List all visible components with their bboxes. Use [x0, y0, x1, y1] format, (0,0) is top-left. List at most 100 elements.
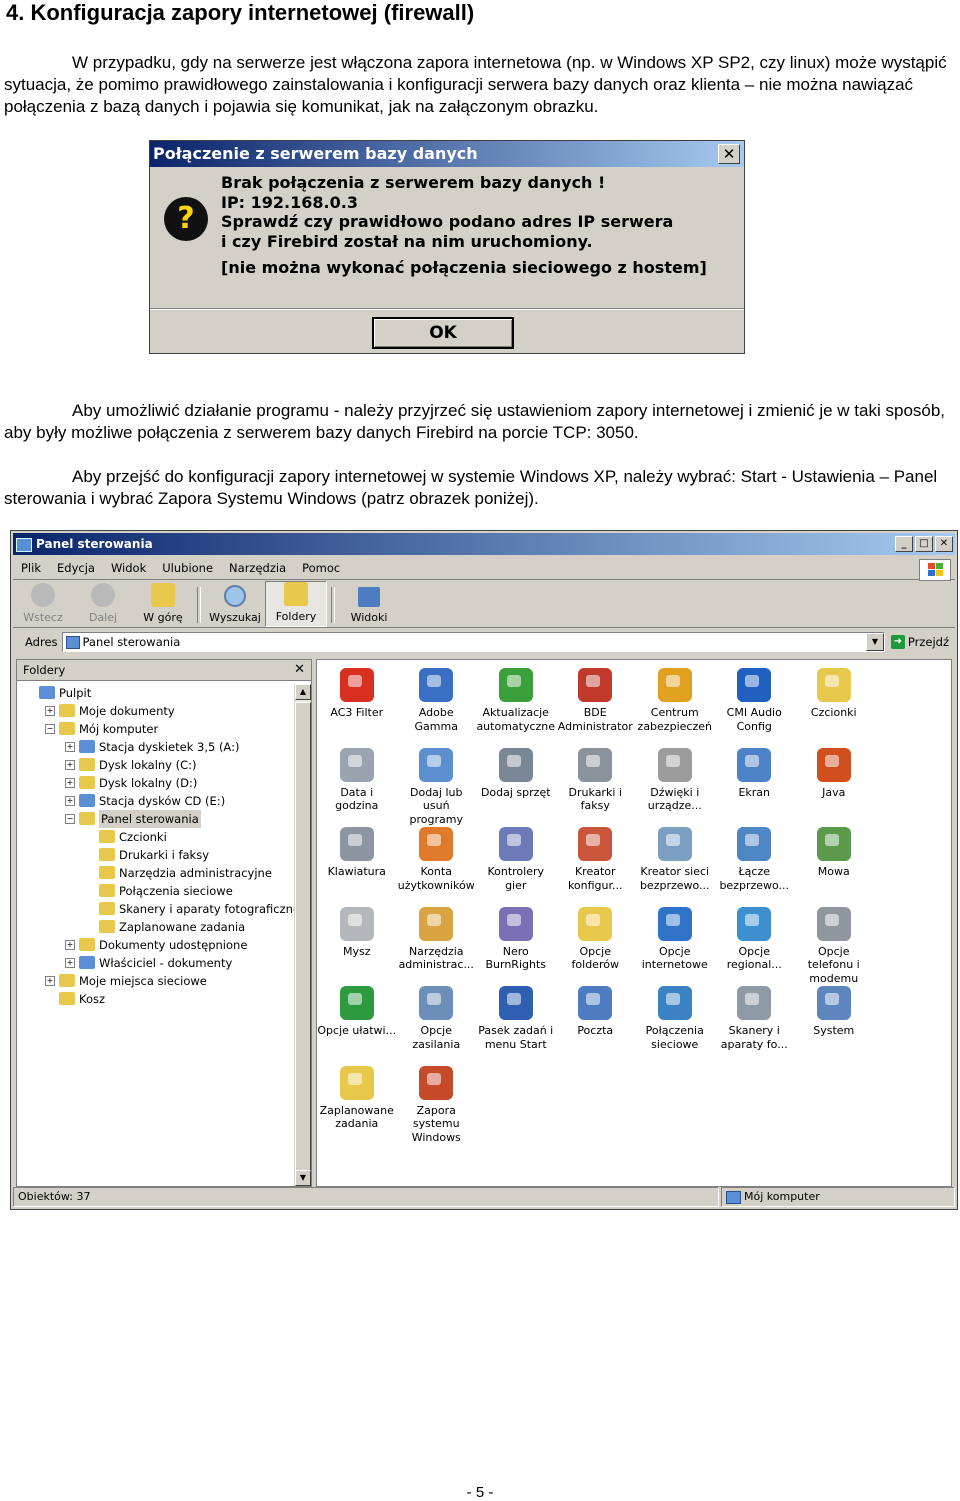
- menu-view[interactable]: Widok: [103, 561, 154, 575]
- expand-icon[interactable]: +: [65, 760, 75, 770]
- back-button[interactable]: Wstecz: [13, 583, 73, 627]
- tree-item[interactable]: + Stacja dysków CD (E:): [17, 792, 293, 810]
- control-panel-item[interactable]: Java: [794, 744, 874, 824]
- tree-item[interactable]: Kosz: [17, 990, 293, 1008]
- taskbar-icon: [498, 986, 533, 1020]
- control-panel-item[interactable]: Adobe Gamma: [397, 664, 477, 744]
- window-title: Panel sterowania: [36, 537, 153, 551]
- expand-icon[interactable]: +: [65, 796, 75, 806]
- expand-icon[interactable]: +: [45, 976, 55, 986]
- control-panel-item[interactable]: AC3 Filter: [317, 664, 397, 744]
- tree-item[interactable]: − Mój komputer: [17, 720, 293, 738]
- maximize-button[interactable]: □: [915, 536, 933, 552]
- folders-button[interactable]: Foldery: [265, 581, 327, 627]
- control-panel-item[interactable]: Czcionki: [794, 664, 874, 744]
- control-panel-item[interactable]: BDE Administrator: [556, 664, 636, 744]
- address-label: Adres: [25, 635, 58, 649]
- menu-edit[interactable]: Edycja: [49, 561, 103, 575]
- menu-tools[interactable]: Narzędzia: [221, 561, 294, 575]
- search-button[interactable]: Wyszukaj: [205, 585, 265, 627]
- tree-item[interactable]: Skanery i aparaty fotograficzne: [17, 900, 300, 918]
- control-panel-item[interactable]: Data i godzina: [317, 744, 397, 824]
- folder-tree-scrollbar[interactable]: ▲ ▼: [294, 684, 311, 1186]
- control-panel-item[interactable]: Drukarki i faksy: [556, 744, 636, 824]
- ok-button[interactable]: OK: [372, 317, 514, 349]
- control-panel-item[interactable]: Ekran: [715, 744, 795, 824]
- control-panel-item[interactable]: Pasek zadań i menu Start: [476, 982, 556, 1062]
- control-panel-item[interactable]: Centrum zabezpieczeń: [635, 664, 715, 744]
- dialog-close-button[interactable]: ✕: [718, 144, 740, 164]
- folders-pane-close-icon[interactable]: ✕: [294, 660, 305, 680]
- tree-item[interactable]: − Panel sterowania: [17, 810, 293, 828]
- network-connections-icon: [657, 986, 692, 1020]
- views-button[interactable]: Widoki: [339, 587, 399, 627]
- tree-item[interactable]: Zaplanowane zadania: [17, 918, 293, 936]
- control-panel-item[interactable]: Opcje zasilania: [397, 982, 477, 1062]
- ac3-filter-icon: [339, 668, 374, 702]
- up-button[interactable]: W górę: [133, 583, 193, 627]
- expand-icon[interactable]: +: [65, 778, 75, 788]
- control-panel-item[interactable]: Narzędzia administrac...: [397, 903, 477, 983]
- expand-icon[interactable]: +: [65, 940, 75, 950]
- control-panel-item[interactable]: Mowa: [794, 823, 874, 903]
- control-panel-item[interactable]: Zapora systemu Windows: [397, 1062, 477, 1144]
- control-panel-item[interactable]: System: [794, 982, 874, 1062]
- tree-item[interactable]: Czcionki: [17, 828, 293, 846]
- tree-item[interactable]: + Dysk lokalny (D:): [17, 774, 293, 792]
- control-panel-item[interactable]: Aktualizacje automatyczne: [476, 664, 556, 744]
- control-panel-item[interactable]: Łącze bezprzewo...: [715, 823, 795, 903]
- control-panel-item[interactable]: CMI Audio Config: [715, 664, 795, 744]
- menu-file[interactable]: Plik: [13, 561, 49, 575]
- tree-item[interactable]: Pulpit: [17, 684, 293, 702]
- control-panel-item[interactable]: Opcje internetowe: [635, 903, 715, 983]
- control-panel-item[interactable]: Dźwięki i urządze...: [635, 744, 715, 824]
- tree-item[interactable]: + Moje miejsca sieciowe: [17, 972, 293, 990]
- expand-icon[interactable]: +: [65, 958, 75, 968]
- tree-item[interactable]: + Stacja dyskietek 3,5 (A:): [17, 738, 293, 756]
- expand-icon[interactable]: +: [45, 706, 55, 716]
- tree-item[interactable]: Narzędzia administracyjne: [17, 864, 293, 882]
- expand-icon[interactable]: +: [65, 742, 75, 752]
- tree-item[interactable]: + Dysk lokalny (C:): [17, 756, 293, 774]
- collapse-icon[interactable]: −: [45, 724, 55, 734]
- control-panel-item[interactable]: Skanery i aparaty fo...: [715, 982, 795, 1062]
- menu-help[interactable]: Pomoc: [294, 561, 348, 575]
- control-panel-item[interactable]: Połączenia sieciowe: [635, 982, 715, 1062]
- minimize-button[interactable]: _: [895, 536, 913, 552]
- scroll-down-arrow-icon[interactable]: ▼: [295, 1170, 311, 1186]
- control-panel-item[interactable]: Kreator konfigur...: [556, 823, 636, 903]
- control-panel-item[interactable]: Kreator sieci bezprzewo...: [635, 823, 715, 903]
- control-panel-item-label: Dźwięki i urządze...: [647, 785, 702, 813]
- control-panel-item[interactable]: Kontrolery gier: [476, 823, 556, 903]
- tree-item[interactable]: Połączenia sieciowe: [17, 882, 293, 900]
- control-panel-item[interactable]: Dodaj sprzęt: [476, 744, 556, 824]
- control-panel-item[interactable]: Poczta: [556, 982, 636, 1062]
- address-input[interactable]: Panel sterowania ▼: [61, 632, 885, 652]
- collapse-icon[interactable]: −: [65, 814, 75, 824]
- tree-item[interactable]: Drukarki i faksy: [17, 846, 293, 864]
- control-panel-item[interactable]: Zaplanowane zadania: [317, 1062, 397, 1142]
- control-panel-item[interactable]: Opcje ułatwi...: [317, 982, 397, 1062]
- control-panel-item[interactable]: Mysz: [317, 903, 397, 983]
- scroll-up-arrow-icon[interactable]: ▲: [295, 684, 311, 700]
- control-panel-item-label: Czcionki: [810, 706, 857, 719]
- scroll-thumb[interactable]: [295, 702, 311, 1172]
- tree-item[interactable]: + Właściciel - dokumenty: [17, 954, 293, 972]
- tree-item[interactable]: + Moje dokumenty: [17, 702, 293, 720]
- chevron-down-icon[interactable]: ▼: [865, 633, 884, 651]
- folder-tree: Pulpit + Moje dokumenty − Mój komputer + Stacj…: [17, 684, 300, 1008]
- close-button[interactable]: ✕: [935, 536, 953, 552]
- control-panel-item[interactable]: Konta użytkowników: [397, 823, 477, 903]
- control-panel-item[interactable]: Opcje folderów: [556, 903, 636, 983]
- control-panel-item[interactable]: Opcje regional...: [715, 903, 795, 983]
- control-panel-item[interactable]: Dodaj lub usuń programy: [397, 744, 477, 826]
- control-panel-item[interactable]: Klawiatura: [317, 823, 397, 903]
- go-button[interactable]: ➜ Przejdź: [885, 635, 955, 649]
- control-panel-item[interactable]: Opcje telefonu i modemu: [794, 903, 874, 985]
- menu-favorites[interactable]: Ulubione: [154, 561, 221, 575]
- forward-button[interactable]: Dalej: [73, 583, 133, 627]
- tree-item[interactable]: + Dokumenty udostępnione: [17, 936, 293, 954]
- control-panel-item[interactable]: Nero BurnRights: [476, 903, 556, 983]
- control-panel-item-label: Ekran: [738, 785, 771, 799]
- control-panel-item-label: Kontrolery gier: [487, 865, 545, 892]
